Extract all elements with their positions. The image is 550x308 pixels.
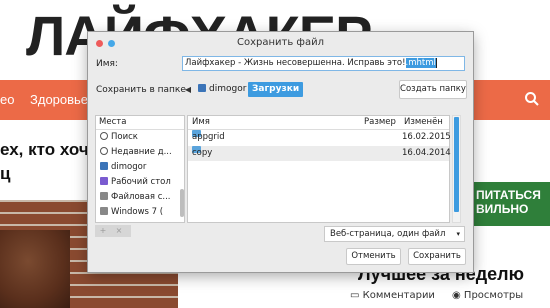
file-name: copy [192, 148, 213, 158]
file-list-header: Имя Размер Изменён [188, 116, 449, 130]
name-label: Имя: [96, 59, 118, 69]
places-header: Места [96, 116, 184, 130]
file-row-copy[interactable]: copy 16.04.2014 [188, 146, 451, 161]
home-icon [100, 162, 108, 170]
promo-banner[interactable]: ПИТАТЬСЯ ВИЛЬНО [470, 182, 550, 226]
text-caret [435, 57, 437, 68]
views-tab[interactable]: ◉ Просмотры [452, 290, 523, 301]
place-label: Поиск [111, 132, 138, 142]
save-in-folder-label: Сохранить в папке [96, 85, 186, 95]
place-search[interactable]: Поиск [96, 130, 184, 145]
place-label: dimogor [111, 162, 147, 172]
promo-line: ПИТАТЬСЯ [476, 188, 541, 202]
nav-item[interactable]: ео [0, 92, 14, 107]
places-sidebar: Места Поиск Недавние д... dimogor Рабочи… [95, 115, 185, 223]
file-list: Имя Размер Изменён appgrid 16.02.2015 co… [187, 115, 451, 223]
filename-input[interactable]: Лайфхакер - Жизнь несовершенна. Исправь … [182, 56, 465, 71]
home-icon [198, 84, 206, 92]
comment-icon: ▭ [350, 290, 360, 301]
article-headline[interactable]: ех, кто хоче ц [0, 138, 98, 186]
chevron-down-icon: ▾ [456, 230, 460, 238]
breadcrumb-downloads[interactable]: Загрузки [248, 82, 304, 97]
file-row-appgrid[interactable]: appgrid 16.02.2015 [188, 130, 451, 145]
file-modified: 16.04.2014 [402, 148, 451, 158]
filesystem-icon [100, 192, 108, 200]
place-windows-drive[interactable]: Windows 7 ( [96, 205, 184, 220]
site-search-button[interactable] [516, 80, 550, 120]
place-filesystem[interactable]: Файловая с... [96, 190, 184, 205]
places-scrollbar[interactable] [179, 115, 185, 223]
search-icon [525, 92, 539, 106]
desktop-icon [100, 177, 108, 185]
breadcrumb-label: dimogor [209, 84, 247, 94]
place-recent[interactable]: Недавние д... [96, 145, 184, 160]
cancel-button[interactable]: Отменить [346, 248, 401, 265]
save-file-dialog: Сохранить файл Имя: Лайфхакер - Жизнь не… [88, 32, 473, 272]
headline-line: ц [0, 164, 11, 183]
remove-place-button[interactable]: × [111, 225, 127, 237]
recent-icon [100, 147, 108, 155]
column-modified[interactable]: Изменён [404, 116, 443, 129]
filename-text: Лайфхакер - Жизнь несовершенна. Исправь … [185, 58, 406, 68]
place-label: Рабочий стол [111, 177, 171, 187]
headline-line: ех, кто хоче [0, 140, 99, 159]
comments-tab[interactable]: ▭ Комментарии [350, 290, 435, 301]
place-label: Недавние д... [111, 147, 172, 157]
views-label: Просмотры [463, 290, 524, 301]
comments-label: Комментарии [362, 290, 435, 301]
column-size[interactable]: Размер [364, 116, 396, 129]
column-name[interactable]: Имя [192, 116, 210, 129]
create-folder-button[interactable]: Создать папку [399, 80, 467, 99]
eye-icon: ◉ [452, 290, 461, 301]
file-type-value: Веб-страница, один файл [330, 229, 446, 239]
dialog-title: Сохранить файл [237, 37, 324, 48]
save-button[interactable]: Сохранить [408, 248, 466, 265]
drive-icon [100, 207, 108, 215]
scrollbar-thumb[interactable] [180, 189, 184, 217]
place-label: Windows 7 ( [111, 207, 164, 217]
add-place-button[interactable]: + [95, 225, 111, 237]
nav-item-health[interactable]: Здоровье [30, 92, 88, 107]
file-modified: 16.02.2015 [402, 132, 451, 142]
place-home[interactable]: dimogor [96, 160, 184, 175]
search-icon [100, 132, 108, 140]
place-desktop[interactable]: Рабочий стол [96, 175, 184, 190]
place-label: Файловая с... [111, 192, 171, 202]
path-back-arrow-icon[interactable]: ◀ [182, 82, 194, 97]
promo-line: ВИЛЬНО [476, 202, 529, 216]
places-tools: + × [95, 225, 131, 237]
breadcrumb-home[interactable]: dimogor [194, 82, 250, 97]
file-name: appgrid [192, 132, 225, 142]
dialog-titlebar[interactable]: Сохранить файл [88, 32, 473, 54]
filename-extension-selected: .mhtml [405, 58, 436, 68]
file-type-select[interactable]: Веб-страница, один файл ▾ [324, 226, 465, 242]
scrollbar-thumb[interactable] [454, 117, 459, 212]
file-list-scrollbar[interactable] [452, 115, 461, 223]
